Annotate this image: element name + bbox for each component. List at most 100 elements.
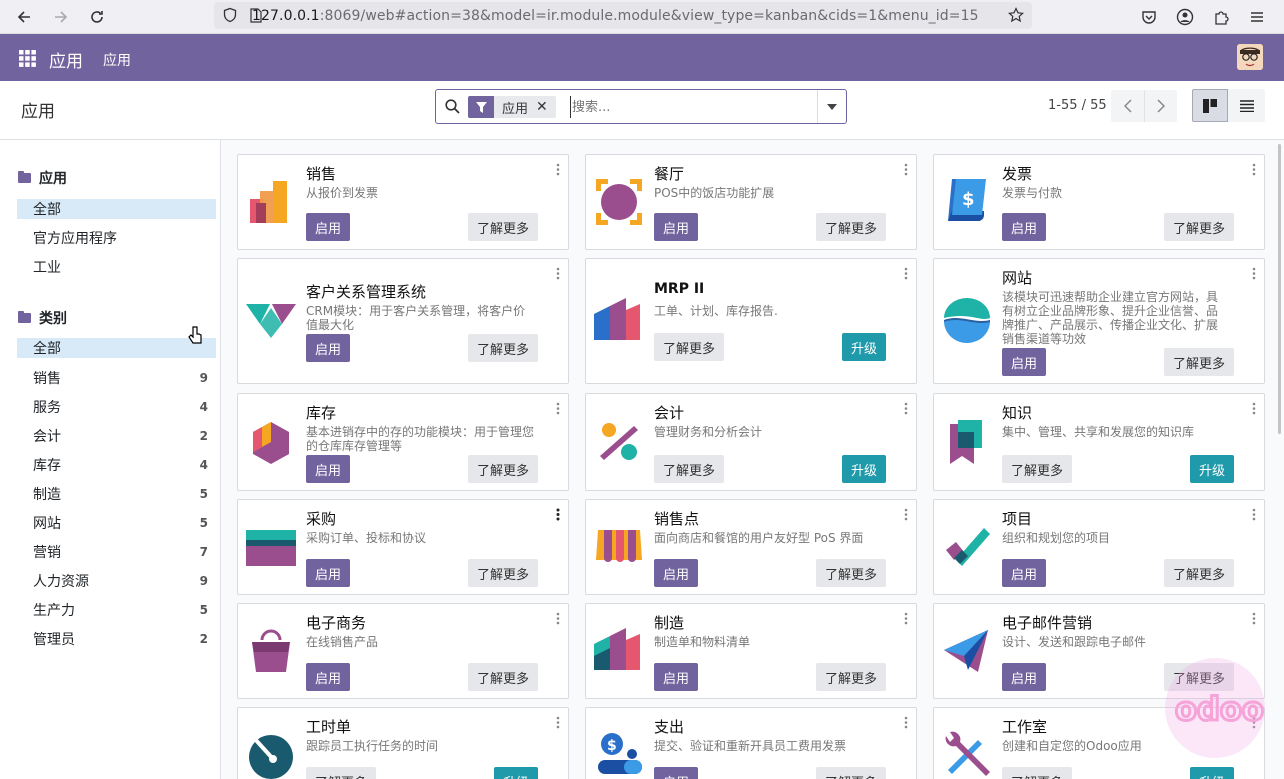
address-bar[interactable]: 127.0.0.1:8069/web#action=38&model=ir.mo…: [214, 2, 1032, 29]
app-card[interactable]: 知识 集中、管理、共享和发展您的知识库 了解更多 升级: [933, 393, 1265, 491]
app-card[interactable]: 库存 基本进销存中的存的功能模块：用于管理您的仓库库存管理等 启用 了解更多: [237, 393, 569, 491]
upgrade-button[interactable]: 升级: [1190, 455, 1234, 483]
kebab-menu-icon[interactable]: [904, 402, 908, 415]
app-card[interactable]: $ 支出 提交、验证和重新开具员工费用发票 启用 了解更多: [585, 707, 917, 779]
kebab-menu-icon[interactable]: [556, 716, 560, 729]
activate-button[interactable]: 启用: [306, 213, 350, 241]
app-card[interactable]: 项目 组织和规划您的项目 启用 了解更多: [933, 499, 1265, 595]
activate-button[interactable]: 启用: [654, 213, 698, 241]
upgrade-button[interactable]: 升级: [842, 333, 886, 361]
app-card[interactable]: 客户关系管理系统 CRM模块：用于客户关系管理，将客户价值最大化 启用 了解更多: [237, 258, 569, 384]
activate-button[interactable]: 启用: [654, 663, 698, 691]
kebab-menu-icon[interactable]: [904, 716, 908, 729]
learn-more-button[interactable]: 了解更多: [654, 455, 724, 483]
list-view-button[interactable]: [1228, 89, 1265, 122]
app-card[interactable]: 销售 从报价到发票 启用 了解更多: [237, 154, 569, 250]
app-card[interactable]: 制造 制造单和物料清单 启用 了解更多: [585, 603, 917, 699]
learn-more-button[interactable]: 了解更多: [1002, 455, 1072, 483]
upgrade-button[interactable]: 升级: [494, 767, 538, 779]
activate-button[interactable]: 启用: [1002, 663, 1046, 691]
app-card[interactable]: $ 发票 发票与付款 启用 了解更多: [933, 154, 1265, 250]
extensions-icon[interactable]: [1209, 5, 1233, 29]
kebab-menu-icon[interactable]: [1252, 508, 1256, 521]
app-card[interactable]: 餐厅 POS中的饭店功能扩展 启用 了解更多: [585, 154, 917, 250]
navbar-menu-apps[interactable]: 应用: [103, 50, 131, 70]
app-card[interactable]: MRP II 工单、计划、库存报告. 了解更多 升级: [585, 258, 917, 384]
app-grid-icon[interactable]: [19, 50, 36, 67]
menu-icon[interactable]: [1245, 5, 1269, 29]
activate-button[interactable]: 启用: [1002, 348, 1046, 376]
kebab-menu-icon[interactable]: [556, 508, 560, 521]
kanban-view-button[interactable]: [1192, 89, 1228, 122]
learn-more-button[interactable]: 了解更多: [306, 767, 376, 779]
avatar[interactable]: [1237, 44, 1263, 70]
learn-more-button[interactable]: 了解更多: [816, 767, 886, 779]
shield-icon[interactable]: [222, 7, 238, 27]
category-item[interactable]: 生产力 5: [17, 600, 216, 620]
kebab-menu-icon[interactable]: [1252, 402, 1256, 415]
learn-more-button[interactable]: 了解更多: [468, 334, 538, 362]
kebab-menu-icon[interactable]: [556, 612, 560, 625]
app-card[interactable]: 电子商务 在线销售产品 启用 了解更多: [237, 603, 569, 699]
pager-value[interactable]: 1-55 / 55: [1048, 98, 1107, 113]
category-item[interactable]: 会计 2: [17, 426, 216, 446]
app-card[interactable]: 采购 采购订单、投标和协议 启用 了解更多: [237, 499, 569, 595]
kebab-menu-icon[interactable]: [556, 267, 560, 280]
bookmark-star-icon[interactable]: [1008, 7, 1024, 27]
upgrade-button[interactable]: 升级: [842, 455, 886, 483]
app-card[interactable]: 网站 该模块可迅速帮助企业建立官方网站，具有树立企业品牌形象、提升企业信誉、品牌…: [933, 258, 1265, 384]
category-item[interactable]: 库存 4: [17, 455, 216, 475]
category-item[interactable]: 营销 7: [17, 542, 216, 562]
learn-more-button[interactable]: 了解更多: [468, 559, 538, 587]
filter-item-all-apps[interactable]: 全部: [17, 199, 216, 219]
learn-more-button[interactable]: 了解更多: [1002, 767, 1072, 779]
reload-icon[interactable]: [85, 5, 109, 29]
app-title[interactable]: 应用: [49, 47, 83, 72]
learn-more-button[interactable]: 了解更多: [1164, 559, 1234, 587]
kebab-menu-icon[interactable]: [556, 163, 560, 176]
app-card[interactable]: 工时单 跟踪员工执行任务的时间 了解更多 升级: [237, 707, 569, 779]
upgrade-button[interactable]: 升级: [1190, 767, 1234, 779]
category-item[interactable]: 管理员 2: [17, 629, 216, 649]
kebab-menu-icon[interactable]: [904, 612, 908, 625]
account-icon[interactable]: [1173, 5, 1197, 29]
kebab-menu-icon[interactable]: [556, 402, 560, 415]
remove-facet-icon[interactable]: ✕: [536, 99, 556, 115]
filter-item-industries[interactable]: 工业: [17, 257, 216, 277]
category-item[interactable]: 服务 4: [17, 397, 216, 417]
learn-more-button[interactable]: 了解更多: [654, 333, 724, 361]
kebab-menu-icon[interactable]: [1252, 612, 1256, 625]
kebab-menu-icon[interactable]: [1252, 267, 1256, 280]
category-item[interactable]: 制造 5: [17, 484, 216, 504]
activate-button[interactable]: 启用: [1002, 213, 1046, 241]
scrollbar-thumb[interactable]: [1278, 144, 1281, 434]
learn-more-button[interactable]: 了解更多: [816, 559, 886, 587]
kebab-menu-icon[interactable]: [1252, 163, 1256, 176]
category-item[interactable]: 网站 5: [17, 513, 216, 533]
kebab-menu-icon[interactable]: [904, 163, 908, 176]
activate-button[interactable]: 启用: [1002, 559, 1046, 587]
app-card[interactable]: 销售点 面向商店和餐馆的用户友好型 PoS 界面 启用 了解更多: [585, 499, 917, 595]
category-item-all[interactable]: 全部: [17, 338, 216, 358]
activate-button[interactable]: 启用: [306, 334, 350, 362]
learn-more-button[interactable]: 了解更多: [468, 663, 538, 691]
back-arrow-icon[interactable]: [12, 5, 36, 29]
learn-more-button[interactable]: 了解更多: [816, 213, 886, 241]
search-input[interactable]: [570, 96, 810, 118]
search-box[interactable]: 应用 ✕: [435, 89, 847, 124]
learn-more-button[interactable]: 了解更多: [468, 455, 538, 483]
learn-more-button[interactable]: 了解更多: [1164, 348, 1234, 376]
pocket-icon[interactable]: [1137, 5, 1161, 29]
category-item[interactable]: 销售 9: [17, 368, 216, 388]
activate-button[interactable]: 启用: [654, 559, 698, 587]
filter-item-official[interactable]: 官方应用程序: [17, 228, 216, 248]
search-options-toggle[interactable]: [817, 90, 846, 123]
pager-previous-button[interactable]: [1111, 90, 1144, 122]
forward-arrow-icon[interactable]: [49, 5, 73, 29]
activate-button[interactable]: 启用: [306, 559, 350, 587]
pager-next-button[interactable]: [1144, 90, 1177, 122]
category-item[interactable]: 人力资源 9: [17, 571, 216, 591]
activate-button[interactable]: 启用: [306, 663, 350, 691]
activate-button[interactable]: 启用: [306, 455, 350, 483]
learn-more-button[interactable]: 了解更多: [468, 213, 538, 241]
